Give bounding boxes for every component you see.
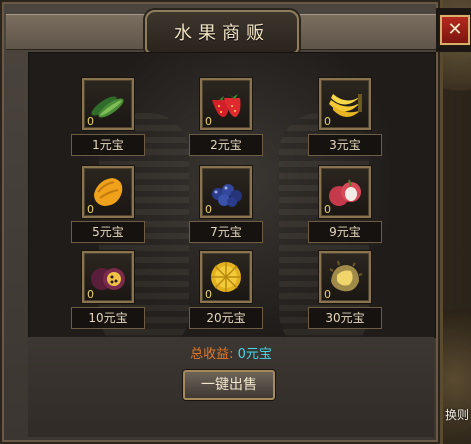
title-plaque: 水果商贩 bbox=[145, 10, 299, 54]
passionfruit-icon bbox=[91, 268, 125, 290]
price-label: 3元宝 bbox=[308, 134, 382, 156]
cucumber-slot[interactable]: 0 bbox=[82, 78, 134, 130]
mango-slot[interactable]: 0 bbox=[82, 166, 134, 218]
price-label: 5元宝 bbox=[71, 221, 145, 243]
durian-icon bbox=[329, 260, 363, 292]
blueberry-icon bbox=[212, 184, 242, 207]
item-count: 0 bbox=[324, 115, 331, 128]
sell-all-button[interactable]: 一键出售 bbox=[183, 370, 275, 400]
jackfruit-slot[interactable]: 0 bbox=[200, 251, 252, 303]
earnings-label: 总收益: bbox=[190, 347, 234, 362]
item-count: 0 bbox=[324, 288, 331, 301]
lychee-slot[interactable]: 0 bbox=[319, 166, 371, 218]
jackfruit-icon bbox=[211, 262, 241, 292]
window-title: 水果商贩 bbox=[174, 23, 270, 44]
price-label: 1元宝 bbox=[71, 134, 145, 156]
item-count: 0 bbox=[87, 288, 94, 301]
passionfruit-slot[interactable]: 0 bbox=[82, 251, 134, 303]
item-count: 0 bbox=[324, 203, 331, 216]
price-label: 20元宝 bbox=[189, 307, 263, 329]
price-label: 10元宝 bbox=[71, 307, 145, 329]
blueberry-slot[interactable]: 0 bbox=[200, 166, 252, 218]
close-icon: ✕ bbox=[447, 19, 463, 40]
earnings-value: 0元宝 bbox=[237, 347, 272, 362]
price-label: 2元宝 bbox=[189, 134, 263, 156]
price-label: 9元宝 bbox=[308, 221, 382, 243]
item-count: 0 bbox=[205, 288, 212, 301]
fruit-vendor-window: 水果商贩 0 1元宝 0 2元宝 0 3元宝 0 5元宝 0 7元宝 0 9元宝… bbox=[0, 0, 443, 444]
mango-icon bbox=[94, 178, 123, 206]
corner-label: 换则 bbox=[445, 408, 470, 422]
durian-slot[interactable]: 0 bbox=[319, 251, 371, 303]
item-grid: 0 1元宝 0 2元宝 0 3元宝 0 5元宝 0 7元宝 0 9元宝 0 10… bbox=[28, 52, 436, 353]
price-label: 7元宝 bbox=[189, 221, 263, 243]
price-label: 30元宝 bbox=[308, 307, 382, 329]
total-earnings: 总收益: 0元宝 bbox=[28, 343, 434, 362]
close-button[interactable]: ✕ bbox=[440, 15, 470, 45]
strawberry-slot[interactable]: 0 bbox=[200, 78, 252, 130]
banana-slot[interactable]: 0 bbox=[319, 78, 371, 130]
item-count: 0 bbox=[205, 115, 212, 128]
footer: 总收益: 0元宝 一键出售 bbox=[28, 337, 434, 437]
lychee-icon bbox=[329, 179, 361, 206]
item-count: 0 bbox=[205, 203, 212, 216]
banana-icon bbox=[329, 94, 362, 117]
cucumber-icon bbox=[91, 96, 124, 118]
item-count: 0 bbox=[87, 115, 94, 128]
item-count: 0 bbox=[87, 203, 94, 216]
strawberry-icon bbox=[212, 94, 241, 118]
